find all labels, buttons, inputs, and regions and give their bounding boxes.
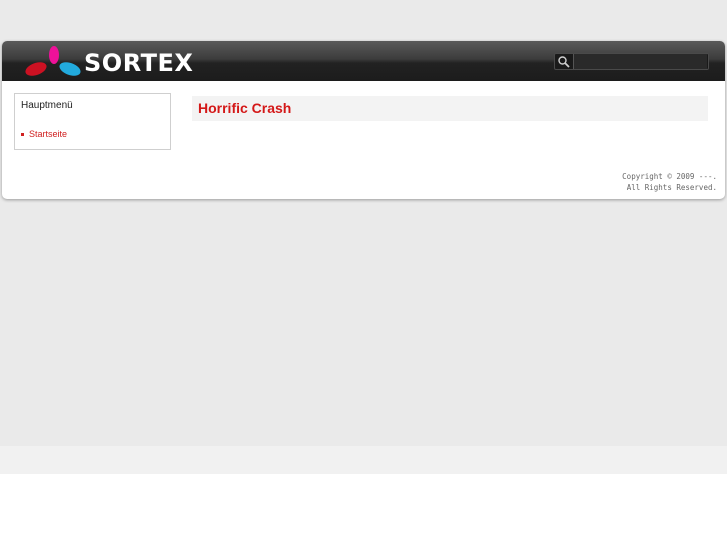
main-menu: Hauptmenü Startseite [14,93,171,150]
copyright-notice: Copyright © 2009 ---. All Rights Reserve… [622,171,717,193]
search-box [554,53,709,70]
search-input[interactable] [573,54,707,69]
main-menu-title: Hauptmenü [21,100,73,111]
page-background-lower [0,446,727,474]
site-logo[interactable]: SORTEX [24,43,204,79]
logo-text: SORTEX [84,49,194,77]
search-icon[interactable] [557,55,571,69]
article-header: Horrific Crash [192,96,708,121]
copyright-line: Copyright © 2009 ---. [622,172,717,181]
bullet-icon [21,132,24,136]
logo-mark-icon [25,46,81,76]
menu-item-startseite[interactable]: Startseite [21,129,67,139]
site-container: SORTEX Hauptmenü Startseite Horrific Cra… [2,41,725,199]
article-title: Horrific Crash [198,100,292,116]
rights-line: All Rights Reserved. [626,183,717,192]
site-header: SORTEX [2,41,725,81]
menu-item-label: Startseite [29,129,68,139]
